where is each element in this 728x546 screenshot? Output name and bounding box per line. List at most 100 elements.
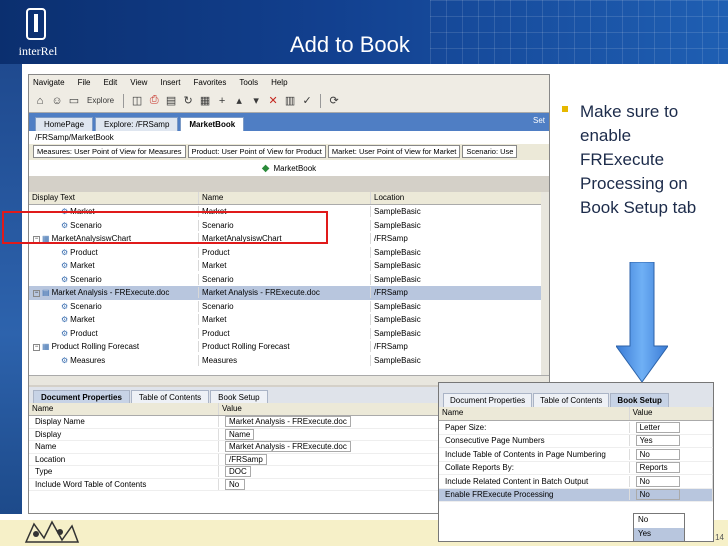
setup-value[interactable]: Letter [635, 421, 680, 433]
setup-row[interactable]: Collate Reports By: Reports [439, 461, 713, 475]
folder-icon[interactable]: ▭ [67, 94, 81, 108]
home-icon[interactable]: ⌂ [33, 94, 47, 108]
pov-button-2[interactable]: Market: User Point of View for Market [327, 145, 461, 158]
table-row[interactable]: − ▤ Market Analysis - FRExecute.doc Market … [29, 286, 549, 300]
expand-toggle-icon[interactable]: − [33, 289, 40, 297]
cell-display-text: − ▦ Product Rolling Forecast [29, 341, 199, 353]
delete-icon[interactable]: ✕ [266, 94, 280, 108]
preview-icon[interactable]: ◫ [130, 94, 144, 108]
cell-location: SampleBasic [371, 246, 543, 258]
value-dropdown[interactable]: No Yes [633, 513, 685, 541]
pov-button-3[interactable]: Scenario: Use [462, 145, 518, 158]
cell-location: SampleBasic [371, 327, 543, 339]
setup-value[interactable]: No [635, 475, 680, 487]
properties-tab-2[interactable]: Book Setup [210, 390, 268, 403]
setup-value-cell: Letter [630, 420, 713, 434]
print-icon[interactable]: ▤ [164, 94, 178, 108]
setup-name: Include Table of Contents in Page Number… [439, 448, 630, 460]
setup-tab-2[interactable]: Book Setup [610, 393, 669, 407]
setup-row[interactable]: Enable FRExecute Processing No [439, 488, 713, 502]
member-icon: ⚙ [61, 328, 69, 338]
cell-display-text: ⚙ Scenario [29, 300, 199, 312]
setup-value[interactable]: No [635, 448, 680, 460]
table-row[interactable]: − ▦ Product Rolling Forecast Product Rollin… [29, 340, 549, 354]
property-value[interactable]: Name [225, 428, 255, 440]
setup-row[interactable]: Consecutive Page Numbers Yes [439, 434, 713, 448]
expand-toggle-icon[interactable]: − [33, 343, 40, 351]
move-up-icon[interactable]: ▴ [232, 94, 246, 108]
setup-value[interactable]: No [635, 489, 680, 501]
left-stripe [0, 64, 22, 514]
table-row[interactable]: ⚙ Market Market SampleBasic [29, 259, 549, 273]
dropdown-option-no[interactable]: No [634, 514, 684, 528]
window-tab-1[interactable]: Explore: /FRSamp [95, 117, 179, 131]
pov-button-0[interactable]: Measures: User Point of View for Measure… [33, 145, 186, 158]
table-row[interactable]: ⚙ Scenario Scenario SampleBasic [29, 300, 549, 314]
move-down-icon[interactable]: ▾ [249, 94, 263, 108]
book-icon: ◆ [261, 162, 270, 174]
property-value[interactable]: /FRSamp [225, 453, 267, 465]
cell-display-label: Scenario [70, 274, 102, 284]
properties-tab-0[interactable]: Document Properties [33, 390, 130, 403]
report-icon: ▦ [42, 342, 50, 352]
cell-display-text: ⚙ Product [29, 246, 199, 258]
menu-item-file[interactable]: File [78, 78, 91, 87]
setup-value[interactable]: Reports [635, 462, 680, 474]
refresh-icon[interactable]: ↻ [181, 94, 195, 108]
bullet-marker-icon [562, 106, 568, 112]
add-icon[interactable]: + [215, 94, 229, 108]
dropdown-option-yes[interactable]: Yes [634, 528, 684, 541]
setup-name: Collate Reports By: [439, 462, 630, 474]
menu-item-navigate[interactable]: Navigate [33, 78, 65, 87]
tab-bar: HomePage Explore: /FRSamp MarketBook Set [29, 113, 549, 131]
grid-vertical-scrollbar[interactable] [541, 192, 549, 375]
logo-text: interRel [18, 44, 58, 58]
setup-tab-0[interactable]: Document Properties [443, 393, 533, 407]
table-row[interactable]: ⚙ Product Product SampleBasic [29, 246, 549, 260]
window-tab-2[interactable]: MarketBook [180, 117, 245, 131]
explore-button[interactable]: Explore [84, 94, 117, 108]
menu-item-help[interactable]: Help [271, 78, 287, 87]
menu-item-edit[interactable]: Edit [103, 78, 117, 87]
pov-button-1[interactable]: Product: User Point of View for Product [187, 145, 326, 158]
setup-value[interactable]: Yes [635, 435, 680, 447]
menu-item-insert[interactable]: Insert [160, 78, 180, 87]
property-name: Type [29, 466, 219, 478]
down-arrow-icon [616, 262, 668, 382]
setup-tab-1[interactable]: Table of Contents [533, 393, 610, 407]
column-header-display-text[interactable]: Display Text [29, 192, 199, 204]
property-value[interactable]: Market Analysis - FRExecute.doc [225, 416, 351, 428]
window-tab-0[interactable]: HomePage [35, 117, 94, 131]
member-icon: ⚙ [61, 274, 69, 284]
cell-display-label: Market [70, 315, 95, 325]
member-icon: ⚙ [61, 315, 69, 325]
chart-icon[interactable]: ▥ [283, 94, 297, 108]
cell-name: Market [199, 314, 371, 326]
setup-column-name: Name [439, 407, 630, 420]
pdf-icon[interactable]: ⎙ [147, 94, 161, 108]
column-header-location[interactable]: Location [371, 192, 543, 204]
setup-row[interactable]: Include Table of Contents in Page Number… [439, 447, 713, 462]
table-row[interactable]: ⚙ Market Market SampleBasic [29, 313, 549, 327]
tab-controls[interactable]: Set [533, 116, 545, 125]
table-row[interactable]: ⚙ Measures Measures SampleBasic [29, 354, 549, 368]
menu-item-tools[interactable]: Tools [239, 78, 258, 87]
menu-item-favorites[interactable]: Favorites [193, 78, 226, 87]
sync-icon[interactable]: ⟳ [327, 94, 341, 108]
check-icon[interactable]: ✓ [300, 94, 314, 108]
setup-value-cell: No [630, 488, 713, 502]
column-header-name[interactable]: Name [199, 192, 371, 204]
property-value[interactable]: DOC [225, 466, 251, 478]
properties-tab-1[interactable]: Table of Contents [130, 390, 210, 403]
grid-icon[interactable]: ▦ [198, 94, 212, 108]
table-row[interactable]: ⚙ Product Product SampleBasic [29, 327, 549, 341]
setup-row[interactable]: Paper Size: Letter [439, 420, 713, 435]
slide-title: Add to Book [290, 32, 410, 57]
person-icon[interactable]: ☺ [50, 94, 64, 108]
member-icon: ⚙ [61, 301, 69, 311]
menu-item-view[interactable]: View [130, 78, 147, 87]
setup-row[interactable]: Include Related Content in Batch Output N… [439, 474, 713, 489]
property-value[interactable]: Market Analysis - FRExecute.doc [225, 441, 351, 453]
table-row[interactable]: ⚙ Scenario Scenario SampleBasic [29, 273, 549, 287]
property-value[interactable]: No [225, 478, 245, 490]
